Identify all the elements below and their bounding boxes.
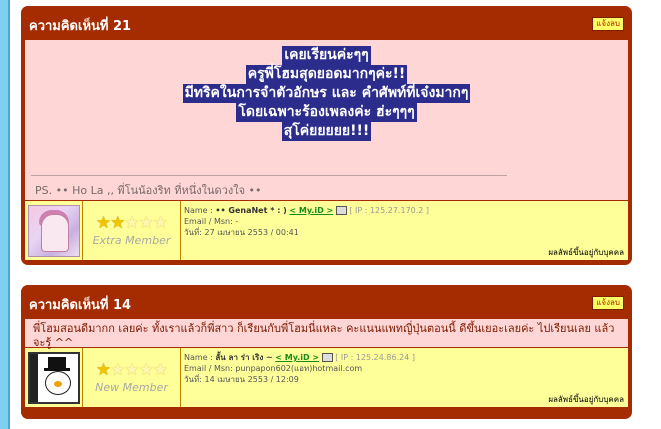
ip-address: [ IP : 125.24.86.24 ] bbox=[335, 353, 415, 362]
message-icon[interactable] bbox=[335, 206, 347, 215]
footer-note: ผลลัพธ์ขึ้นอยู่กับบุคคล bbox=[548, 248, 624, 257]
star-empty-icon: ★ bbox=[138, 213, 154, 233]
author-info-row: ★★★★★ Extra Member Name : •• GenaNet * :… bbox=[25, 200, 628, 260]
author-details: Name : ลั้น ลา ร่า เริง ~ < My.iD > [ IP… bbox=[181, 348, 628, 407]
my-id-link[interactable]: < My.iD > bbox=[275, 353, 319, 362]
star-empty-icon: ★ bbox=[138, 360, 154, 380]
rank-stars: ★★★★★ bbox=[95, 213, 168, 233]
author-name-line: Name : •• GenaNet * : ) < My.iD > [ IP :… bbox=[184, 205, 625, 216]
signature-text: PS. •• Ho La ,, พี่โนน้องริท ที่หนึ่งในด… bbox=[35, 184, 262, 197]
star-empty-icon: ★ bbox=[110, 360, 125, 380]
rank-label: Extra Member bbox=[92, 234, 171, 247]
star-empty-icon: ★ bbox=[152, 360, 168, 380]
star-filled-icon: ★ bbox=[110, 213, 125, 233]
avatar[interactable] bbox=[27, 351, 80, 404]
author-name-line: Name : ลั้น ลา ร่า เริง ~ < My.iD > [ IP… bbox=[184, 352, 625, 363]
comment-body: เคยเรียนค่ะๆๆ ครูพี่โฮมสุดยอดมากๆค่ะ!! ม… bbox=[25, 40, 628, 200]
star-empty-icon: ★ bbox=[152, 213, 168, 233]
message-icon[interactable] bbox=[321, 353, 333, 362]
post-date: วันที่: 27 เมษายน 2553 / 00:41 bbox=[184, 228, 299, 237]
ip-address: [ IP : 125.27.170.2 ] bbox=[349, 206, 430, 215]
comment-header: ความคิดเห็นที่ 21 แจ้งลบ bbox=[25, 6, 628, 40]
rank-cell: ★★★★★ Extra Member bbox=[83, 201, 181, 260]
comment-card-14: ความคิดเห็นที่ 14 แจ้งลบ พี่โฮมสอนดีมากก… bbox=[21, 285, 632, 419]
rank-label: New Member bbox=[95, 381, 168, 394]
author-email: Email / Msn: - bbox=[184, 217, 239, 226]
author-name: •• GenaNet * : ) bbox=[215, 206, 287, 215]
post-date: วันที่: 14 เมษายน 2553 / 12:09 bbox=[184, 375, 299, 384]
comment-card-21: ความคิดเห็นที่ 21 แจ้งลบ เคยเรียนค่ะๆๆ ค… bbox=[21, 6, 632, 265]
comment-title: ความคิดเห็นที่ 14 bbox=[29, 298, 132, 313]
comment-text: พี่โฮมสอนดีมากก เลยค่ะ ทั้งเราแล้วก็พี่ส… bbox=[33, 322, 615, 349]
star-empty-icon: ★ bbox=[124, 360, 139, 380]
report-delete-button[interactable]: แจ้งลบ bbox=[592, 17, 624, 31]
comment-title: ความคิดเห็นที่ 21 bbox=[29, 19, 132, 34]
comment-header: ความคิดเห็นที่ 14 แจ้งลบ bbox=[25, 285, 628, 319]
author-name: ลั้น ลา ร่า เริง ~ bbox=[215, 353, 273, 362]
report-delete-button[interactable]: แจ้งลบ bbox=[592, 296, 624, 310]
star-filled-icon: ★ bbox=[95, 213, 111, 233]
star-empty-icon: ★ bbox=[124, 213, 139, 233]
author-email: Email / Msn: punpapon602(แอท)hotmail.com bbox=[184, 364, 363, 373]
avatar[interactable] bbox=[27, 204, 80, 257]
author-info-row: ★★★★★ New Member Name : ลั้น ลา ร่า เริง… bbox=[25, 347, 628, 407]
rank-stars: ★★★★★ bbox=[95, 360, 168, 380]
selected-text-block: เคยเรียนค่ะๆๆ ครูพี่โฮมสุดยอดมากๆค่ะ!! ม… bbox=[25, 44, 628, 141]
avatar-cell bbox=[25, 348, 83, 407]
avatar-cell bbox=[25, 201, 83, 260]
footer-note: ผลลัพธ์ขึ้นอยู่กับบุคคล bbox=[548, 395, 624, 404]
comment-line-5: สุโค่ยยยยย!!! bbox=[281, 122, 372, 141]
my-id-link[interactable]: < My.iD > bbox=[289, 206, 333, 215]
author-details: Name : •• GenaNet * : ) < My.iD > [ IP :… bbox=[181, 201, 628, 260]
left-border-strip bbox=[0, 0, 10, 429]
rank-cell: ★★★★★ New Member bbox=[83, 348, 181, 407]
comment-body: พี่โฮมสอนดีมากก เลยค่ะ ทั้งเราแล้วก็พี่ส… bbox=[25, 319, 628, 349]
name-prefix: Name : bbox=[184, 353, 216, 362]
star-filled-icon: ★ bbox=[95, 360, 111, 380]
signature-divider bbox=[31, 175, 507, 176]
name-prefix: Name : bbox=[184, 206, 216, 215]
